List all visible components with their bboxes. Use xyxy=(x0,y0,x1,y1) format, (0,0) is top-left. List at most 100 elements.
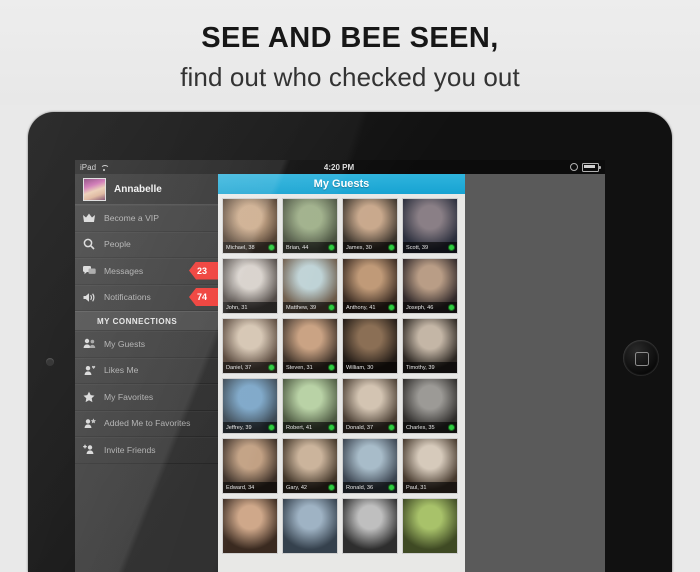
online-status-dot xyxy=(447,303,455,311)
sidebar-item-label: My Favorites xyxy=(104,391,154,402)
guest-caption: John, 31 xyxy=(223,302,277,313)
online-status-dot xyxy=(387,303,395,311)
guest-card[interactable]: Gary, 42 xyxy=(282,438,338,494)
sidebar-item-my-favorites[interactable]: My Favorites xyxy=(75,384,218,411)
promo-headline: SEE AND BEE SEEN, find out who checked y… xyxy=(0,0,700,105)
search-icon xyxy=(82,238,96,250)
guest-card[interactable]: Anthony, 41 xyxy=(342,258,398,314)
sidebar-item-label: Notifications xyxy=(104,292,151,303)
guest-card[interactable]: Michael, 38 xyxy=(222,198,278,254)
battery-icon xyxy=(582,162,601,172)
tablet-device: iPad 4:20 PM Annabelle Become a VIP Peop… xyxy=(28,112,672,572)
online-status-dot xyxy=(387,423,395,431)
guest-card[interactable] xyxy=(222,498,278,554)
gear-icon xyxy=(570,163,578,171)
guest-card[interactable] xyxy=(402,498,458,554)
guest-card[interactable]: Robert, 41 xyxy=(282,378,338,434)
device-screen: iPad 4:20 PM Annabelle Become a VIP Peop… xyxy=(75,160,605,572)
person-star-icon xyxy=(82,418,96,429)
sidebar-item-label: Added Me to Favorites xyxy=(104,418,191,429)
guest-photo xyxy=(223,499,277,553)
front-camera-icon xyxy=(46,358,54,366)
sidebar-item-label: Messages xyxy=(104,265,144,276)
online-status-dot xyxy=(387,243,395,251)
guest-card[interactable]: Daniel, 37 xyxy=(222,318,278,374)
sidebar-item-label: Become a VIP xyxy=(104,212,159,223)
rounded-square-icon xyxy=(635,352,649,366)
profile-row[interactable]: Annabelle xyxy=(75,174,218,205)
headline-line-1: SEE AND BEE SEEN, xyxy=(201,22,499,54)
guest-card[interactable]: Scott, 39 xyxy=(402,198,458,254)
heart-person-icon xyxy=(82,365,96,376)
carrier-label: iPad xyxy=(80,162,97,172)
wifi-icon xyxy=(100,164,108,171)
guest-caption: William, 30 xyxy=(343,362,397,373)
guest-card[interactable]: William, 30 xyxy=(342,318,398,374)
guest-photo xyxy=(343,499,397,553)
sidebar-item-become-a-vip[interactable]: Become a VIP xyxy=(75,205,218,232)
profile-name: Annabelle xyxy=(114,183,162,195)
sidebar-item-people[interactable]: People xyxy=(75,232,218,258)
guest-caption: Timothy, 39 xyxy=(403,362,457,373)
guest-card[interactable]: Edward, 34 xyxy=(222,438,278,494)
avatar xyxy=(83,177,106,201)
sidebar-item-label: Invite Friends xyxy=(104,444,156,455)
content-area: My Guests Michael, 38 Brian, 44 James, 30 S… xyxy=(218,174,605,572)
online-status-dot xyxy=(327,483,335,491)
guest-caption: Edward, 34 xyxy=(223,482,277,493)
online-status-dot xyxy=(267,243,275,251)
online-status-dot xyxy=(447,243,455,251)
home-button[interactable] xyxy=(623,340,659,376)
two-people-icon xyxy=(82,338,96,349)
megaphone-icon xyxy=(82,292,96,303)
add-person-icon xyxy=(82,444,96,455)
sidebar-item-invite-friends[interactable]: Invite Friends xyxy=(75,437,218,464)
guest-card[interactable] xyxy=(342,498,398,554)
guest-photo xyxy=(403,499,457,553)
guest-card[interactable]: John, 31 xyxy=(222,258,278,314)
online-status-dot xyxy=(387,483,395,491)
guest-card[interactable]: Paul, 31 xyxy=(402,438,458,494)
headline-line-2: find out who checked you out xyxy=(180,62,520,92)
status-bar: iPad 4:20 PM xyxy=(75,160,605,174)
notifications-badge: 74 xyxy=(189,288,218,306)
star-icon xyxy=(82,391,96,403)
sidebar: Annabelle Become a VIP People Messages 2… xyxy=(75,174,218,572)
guest-card[interactable]: Brian, 44 xyxy=(282,198,338,254)
online-status-dot xyxy=(327,243,335,251)
sidebar-item-likes-me[interactable]: Likes Me xyxy=(75,358,218,384)
guest-photo xyxy=(283,499,337,553)
sidebar-item-my-guests[interactable]: My Guests xyxy=(75,331,218,358)
online-status-dot xyxy=(267,423,275,431)
status-bar-right xyxy=(570,162,605,172)
online-status-dot xyxy=(327,363,335,371)
sidebar-item-added-me-to-favorites[interactable]: Added Me to Favorites xyxy=(75,411,218,437)
guest-card[interactable]: Jeffrey, 39 xyxy=(222,378,278,434)
guest-card[interactable]: James, 30 xyxy=(342,198,398,254)
messages-badge: 23 xyxy=(189,261,218,280)
guest-card[interactable]: Steven, 31 xyxy=(282,318,338,374)
online-status-dot xyxy=(327,303,335,311)
guest-card[interactable]: Charles, 35 xyxy=(402,378,458,434)
guests-grid: Michael, 38 Brian, 44 James, 30 Scott, 39 Jo… xyxy=(218,194,465,554)
guest-card[interactable]: Joseph, 46 xyxy=(402,258,458,314)
sidebar-item-label: People xyxy=(104,239,131,250)
online-status-dot xyxy=(267,363,275,371)
guest-caption: Paul, 31 xyxy=(403,482,457,493)
status-bar-clock: 4:20 PM xyxy=(323,162,355,172)
messages-icon xyxy=(82,265,96,276)
sidebar-item-notifications[interactable]: Notifications 74 xyxy=(75,285,218,311)
sidebar-item-label: My Guests xyxy=(104,338,146,349)
sidebar-item-messages[interactable]: Messages 23 xyxy=(75,258,218,285)
sidebar-item-label: Likes Me xyxy=(104,365,139,376)
my-guests-panel: My Guests Michael, 38 Brian, 44 James, 30 S… xyxy=(218,174,465,572)
status-bar-left: iPad xyxy=(75,163,108,172)
guest-card[interactable] xyxy=(282,498,338,554)
guest-card[interactable]: Donald, 37 xyxy=(342,378,398,434)
guest-card[interactable]: Matthew, 39 xyxy=(282,258,338,314)
panel-title: My Guests xyxy=(218,174,465,194)
online-status-dot xyxy=(327,423,335,431)
guest-card[interactable]: Ronald, 36 xyxy=(342,438,398,494)
sidebar-section-my-connections: MY CONNECTIONS xyxy=(75,311,218,331)
guest-card[interactable]: Timothy, 39 xyxy=(402,318,458,374)
